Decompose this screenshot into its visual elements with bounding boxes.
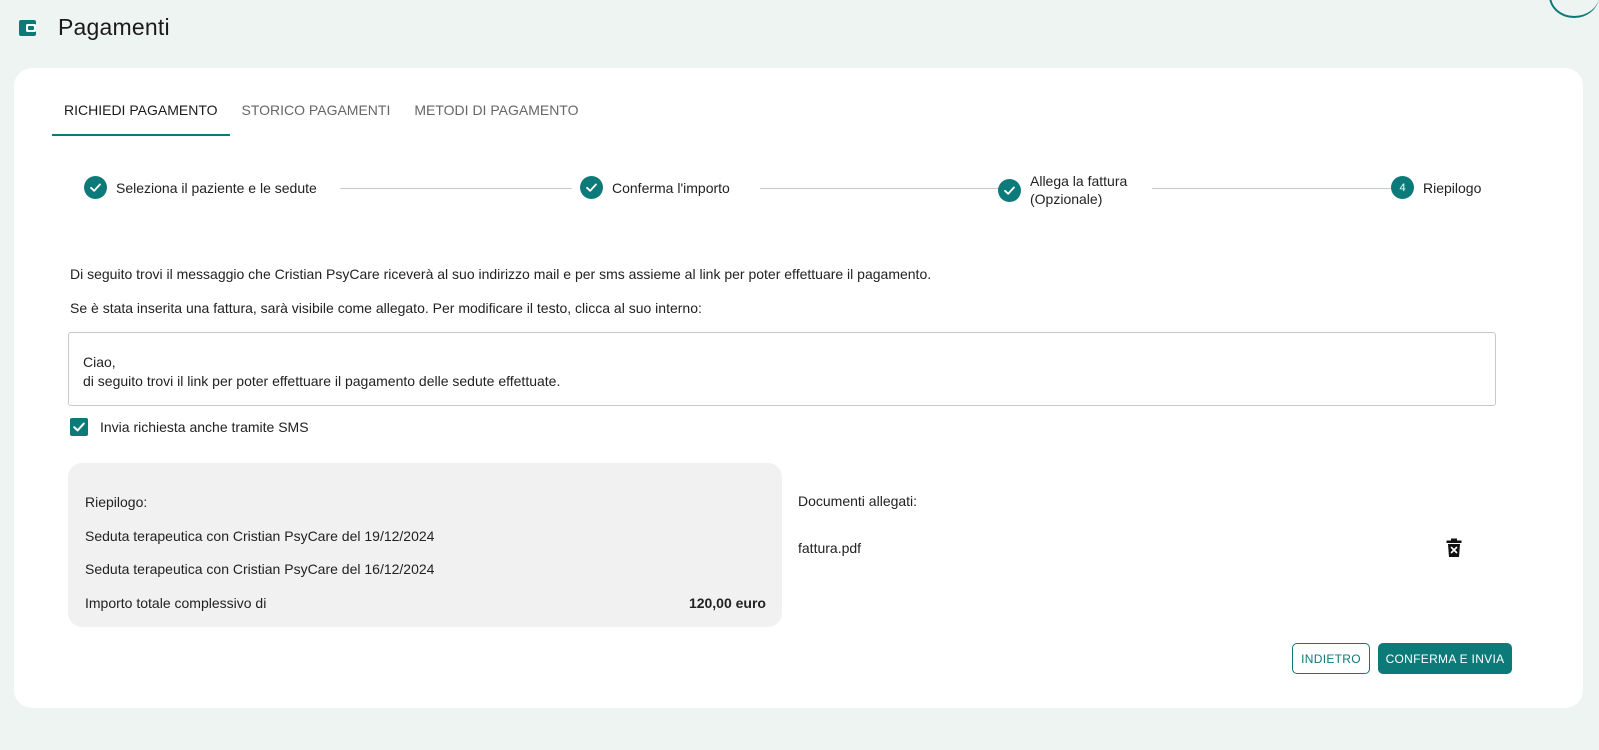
summary-title: Riepilogo: xyxy=(85,494,148,510)
avatar[interactable] xyxy=(1549,0,1599,18)
step-connector xyxy=(340,188,572,189)
page-header: Pagamenti xyxy=(18,14,170,41)
tab-bar: RICHIEDI PAGAMENTO STORICO PAGAMENTI MET… xyxy=(52,98,591,136)
sms-option: Invia richiesta anche tramite SMS xyxy=(70,418,309,436)
step-label-line2: (Opzionale) xyxy=(1030,191,1103,207)
check-icon xyxy=(998,178,1021,202)
summary-total-value: 120,00 euro xyxy=(688,595,766,611)
step-label: Allega la fattura (Opzionale) xyxy=(1030,172,1127,208)
page-title: Pagamenti xyxy=(58,14,170,40)
check-icon xyxy=(84,176,107,199)
step-conferma-importo: Conferma l'importo xyxy=(580,176,730,199)
delete-icon[interactable] xyxy=(1446,538,1462,558)
intro-text-1: Di seguito trovi il messaggio che Cristi… xyxy=(70,266,932,282)
step-allega-fattura: Allega la fattura (Opzionale) xyxy=(998,172,1127,208)
tab-richiedi-pagamento[interactable]: RICHIEDI PAGAMENTO xyxy=(52,98,230,136)
step-label: Conferma l'importo xyxy=(612,179,730,196)
document-file-name: fattura.pdf xyxy=(798,540,862,556)
summary-panel: Riepilogo: Seduta terapeutica con Cristi… xyxy=(68,463,782,627)
step-label: Seleziona il paziente e le sedute xyxy=(116,179,317,196)
step-seleziona-paziente: Seleziona il paziente e le sedute xyxy=(84,176,317,199)
documents-title: Documenti allegati: xyxy=(798,493,918,509)
tab-storico-pagamenti[interactable]: STORICO PAGAMENTI xyxy=(230,98,403,136)
sms-checkbox-label: Invia richiesta anche tramite SMS xyxy=(100,419,309,435)
summary-item: Seduta terapeutica con Cristian PsyCare … xyxy=(85,528,435,544)
step-label: Riepilogo xyxy=(1423,179,1482,196)
tab-metodi-di-pagamento[interactable]: METODI DI PAGAMENTO xyxy=(402,98,590,136)
check-icon xyxy=(580,176,603,199)
payment-card: RICHIEDI PAGAMENTO STORICO PAGAMENTI MET… xyxy=(14,68,1583,708)
sms-checkbox[interactable] xyxy=(70,418,88,436)
confirm-and-send-button[interactable]: CONFERMA E INVIA xyxy=(1378,643,1512,674)
back-button[interactable]: INDIETRO xyxy=(1292,643,1370,674)
wallet-icon xyxy=(19,19,36,36)
summary-item: Seduta terapeutica con Cristian PsyCare … xyxy=(85,561,435,577)
check-icon xyxy=(73,422,85,432)
stepper: Seleziona il paziente e le sedute Confer… xyxy=(84,173,1484,216)
message-line-1: Ciao, xyxy=(83,354,116,370)
step-number: 4 xyxy=(1391,176,1414,199)
step-connector xyxy=(1152,188,1394,189)
summary-total-label: Importo totale complessivo di xyxy=(85,595,267,611)
message-line-2: di seguito trovi il link per poter effet… xyxy=(83,373,561,389)
step-riepilogo: 4 Riepilogo xyxy=(1391,176,1481,199)
intro-text-2: Se è stata inserita una fattura, sarà vi… xyxy=(70,300,702,316)
step-connector xyxy=(760,188,1004,189)
message-editor[interactable]: Ciao, di seguito trovi il link per poter… xyxy=(68,332,1496,406)
step-label-line1: Allega la fattura xyxy=(1030,173,1128,189)
